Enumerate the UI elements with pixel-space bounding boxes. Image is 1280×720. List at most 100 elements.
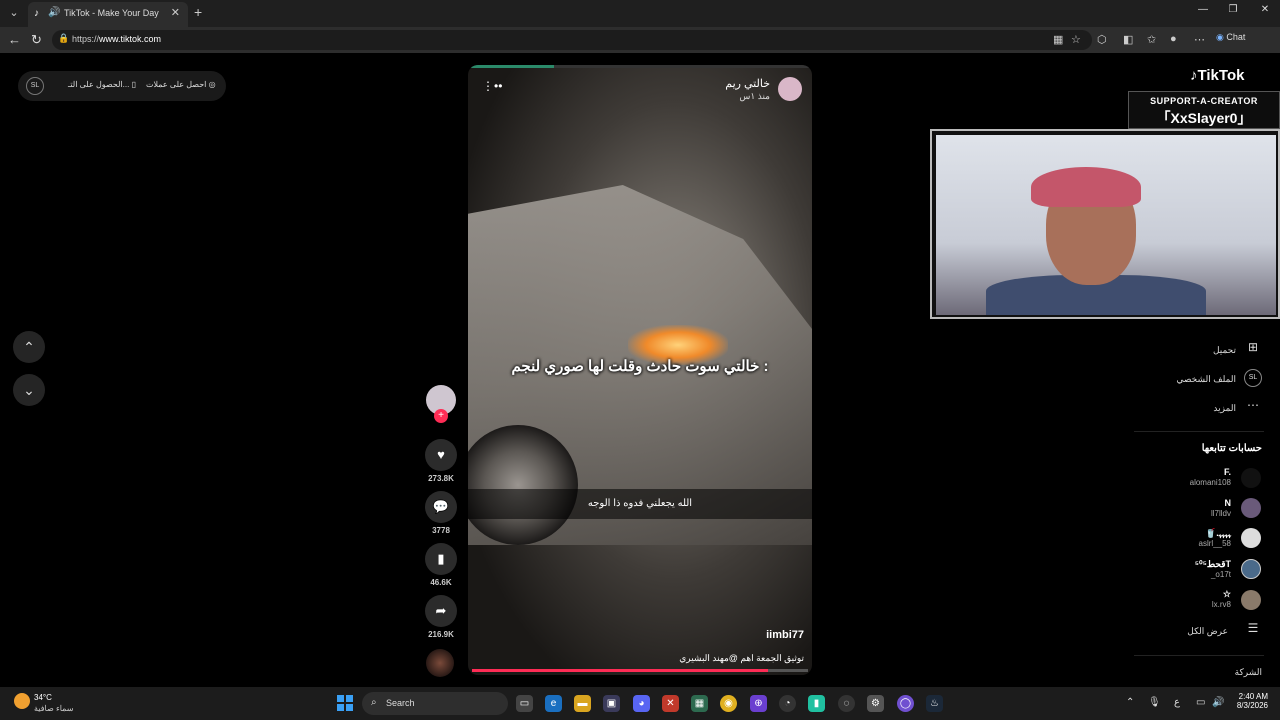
video-player[interactable]: خالتي ريم منذ ١س ⋮•• خالتي سوت حادث وقلت…: [468, 65, 812, 675]
comment-button[interactable]: 💬: [425, 491, 457, 523]
back-icon[interactable]: ←: [8, 32, 21, 47]
sidebar-item-profile[interactable]: الملف الشخصي: [1176, 374, 1236, 385]
get-app-link[interactable]: الحصول على التـ... ▯: [68, 80, 136, 89]
address-bar[interactable]: 🔒 https://www.tiktok.com: [52, 30, 1092, 50]
windows-taskbar: 34°C سماء صافية ⌕ Search ▭ e ▬ ▣ ◕ ✕ ▦ ◉…: [0, 687, 1280, 720]
music-disc-icon[interactable]: [426, 649, 454, 677]
list-icon[interactable]: ☰: [1244, 621, 1262, 639]
copilot-chat-button[interactable]: ◉ Chat: [1216, 32, 1245, 43]
see-all-link[interactable]: عرض الكل: [1187, 626, 1228, 637]
xampp-icon[interactable]: ✕: [662, 695, 679, 712]
favorite-star-icon[interactable]: ☆: [1071, 33, 1081, 46]
banner-line-2: 「XxSlayer0」: [1156, 110, 1252, 126]
tab-list-icon[interactable]: ⌄: [4, 4, 24, 22]
promo-bar: SL احصل على عملات ◎ الحصول على التـ... ▯: [18, 71, 226, 101]
discord-icon[interactable]: ◕: [633, 695, 650, 712]
share-count: 216.9K: [428, 630, 454, 639]
video-author-name[interactable]: خالتي ريم: [725, 77, 770, 90]
footer-company-link[interactable]: الشركة: [1235, 667, 1262, 678]
following-avatar[interactable]: [1241, 468, 1261, 488]
file-explorer-icon[interactable]: ▬: [574, 695, 591, 712]
tray-overflow-icon[interactable]: ⌃: [1126, 697, 1134, 708]
input-language[interactable]: ع: [1174, 697, 1180, 708]
get-coins-link[interactable]: احصل على عملات ◎: [146, 80, 216, 89]
following-avatar[interactable]: [1241, 528, 1261, 548]
following-username[interactable]: _o17t: [1211, 570, 1231, 579]
more-options-icon[interactable]: ⋮••: [482, 79, 502, 93]
next-video-button[interactable]: ⌄: [13, 374, 45, 406]
upload-icon[interactable]: ⊞: [1244, 340, 1262, 358]
menu-dots-icon[interactable]: ⋯: [1194, 33, 1205, 46]
share-button[interactable]: ➦: [425, 595, 457, 627]
clock-time: 2:40 AM: [1238, 692, 1268, 701]
weather-condition: سماء صافية: [34, 704, 74, 713]
refresh-icon[interactable]: ↻: [31, 32, 42, 48]
webcam-overlay: [930, 129, 1280, 319]
more-dots-icon[interactable]: ⋯: [1244, 398, 1262, 416]
address-toolbar: ← ↻ 🔒 https://www.tiktok.com ▦ ☆ ⬡ ◧ ✩ ●…: [0, 27, 1280, 53]
following-name[interactable]: قحط⁵⁰⁵T: [1195, 559, 1231, 570]
following-name[interactable]: N: [1225, 498, 1232, 508]
video-author-avatar[interactable]: [778, 77, 802, 101]
following-username[interactable]: alomani108: [1190, 478, 1231, 487]
following-avatar[interactable]: [1241, 559, 1261, 579]
following-avatar[interactable]: [1241, 498, 1261, 518]
bookmark-icon: ▮: [437, 551, 445, 566]
audio-playing-icon[interactable]: 🔊: [48, 7, 60, 18]
minimize-button[interactable]: —: [1188, 4, 1218, 15]
store-icon[interactable]: ▣: [603, 695, 620, 712]
network-icon[interactable]: ▭: [1196, 697, 1205, 708]
following-username[interactable]: ll7lldv: [1211, 509, 1231, 518]
app-icon-3[interactable]: ◔: [779, 695, 796, 712]
app-available-icon[interactable]: ▦: [1053, 33, 1063, 46]
weather-temp: 34°C: [34, 693, 52, 702]
following-section-title: حسابات تتابعها: [1201, 443, 1262, 454]
tiktok-page: SL احصل على عملات ◎ الحصول على التـ... ▯…: [0, 53, 1280, 687]
following-name[interactable]: F.: [1224, 467, 1231, 477]
save-button[interactable]: ▮: [425, 543, 457, 575]
restore-button[interactable]: ❐: [1218, 4, 1248, 15]
edge-icon[interactable]: e: [545, 695, 562, 712]
taskbar-search[interactable]: ⌕ Search: [362, 692, 508, 715]
extensions-icon[interactable]: ⬡: [1097, 33, 1107, 46]
game-controller-icon[interactable]: ⊕: [750, 695, 767, 712]
app-icon-5[interactable]: ◯: [897, 695, 914, 712]
profile-avatar-icon[interactable]: ●: [1170, 33, 1177, 45]
following-name[interactable]: ☆: [1223, 589, 1231, 600]
tab-tiktok[interactable]: ♪ 🔊 TikTok - Make Your Day ✕: [28, 2, 188, 27]
split-screen-icon[interactable]: ◧: [1123, 33, 1133, 46]
support-creator-banner: SUPPORT-A-CREATOR 「XxSlayer0」: [1128, 91, 1280, 129]
favorites-icon[interactable]: ✩: [1147, 33, 1156, 46]
app-icon-2[interactable]: ◉: [720, 695, 737, 712]
taskbar-clock[interactable]: 2:40 AM 8/3/2026: [1228, 692, 1268, 710]
close-window-button[interactable]: ✕: [1250, 4, 1280, 15]
following-name[interactable]: 🥤.ﮩﮩﮩﮩ: [1205, 528, 1231, 539]
app-icon-4[interactable]: ◌: [838, 695, 855, 712]
close-tab-icon[interactable]: ✕: [171, 6, 180, 19]
sidebar-item-upload[interactable]: تحميل: [1213, 345, 1236, 356]
microphone-icon[interactable]: 🎙: [1148, 697, 1161, 708]
following-username[interactable]: aslrl__58: [1199, 539, 1231, 548]
following-avatar[interactable]: [1241, 590, 1261, 610]
task-view-icon[interactable]: ▭: [516, 695, 533, 712]
previous-video-button[interactable]: ⌃: [13, 331, 45, 363]
app-icon-1[interactable]: ▦: [691, 695, 708, 712]
sidebar-item-more[interactable]: المزيد: [1213, 403, 1236, 414]
video-description[interactable]: توثيق الجمعة اهم @مهند البشيري: [679, 653, 804, 664]
video-progress-bar[interactable]: [472, 669, 808, 672]
steam-icon[interactable]: ♨: [926, 695, 943, 712]
profile-badge-icon[interactable]: SL: [26, 77, 44, 95]
volume-icon[interactable]: 🔊: [1212, 697, 1224, 708]
video-username[interactable]: iimbi77: [766, 629, 804, 641]
start-button[interactable]: [337, 695, 353, 711]
like-button[interactable]: ♥: [425, 439, 457, 471]
site-info-icon[interactable]: 🔒: [58, 33, 69, 44]
following-username[interactable]: lx.rv8: [1212, 600, 1231, 609]
follow-plus-icon[interactable]: +: [434, 409, 448, 423]
tiktok-logo[interactable]: ♪TikTok: [1190, 67, 1244, 84]
audio-app-icon[interactable]: ▮: [808, 695, 825, 712]
new-tab-button[interactable]: +: [194, 4, 202, 20]
settings-gear-icon[interactable]: ⚙: [867, 695, 884, 712]
url-text: https://www.tiktok.com: [72, 34, 162, 44]
profile-icon[interactable]: SL: [1244, 369, 1262, 387]
